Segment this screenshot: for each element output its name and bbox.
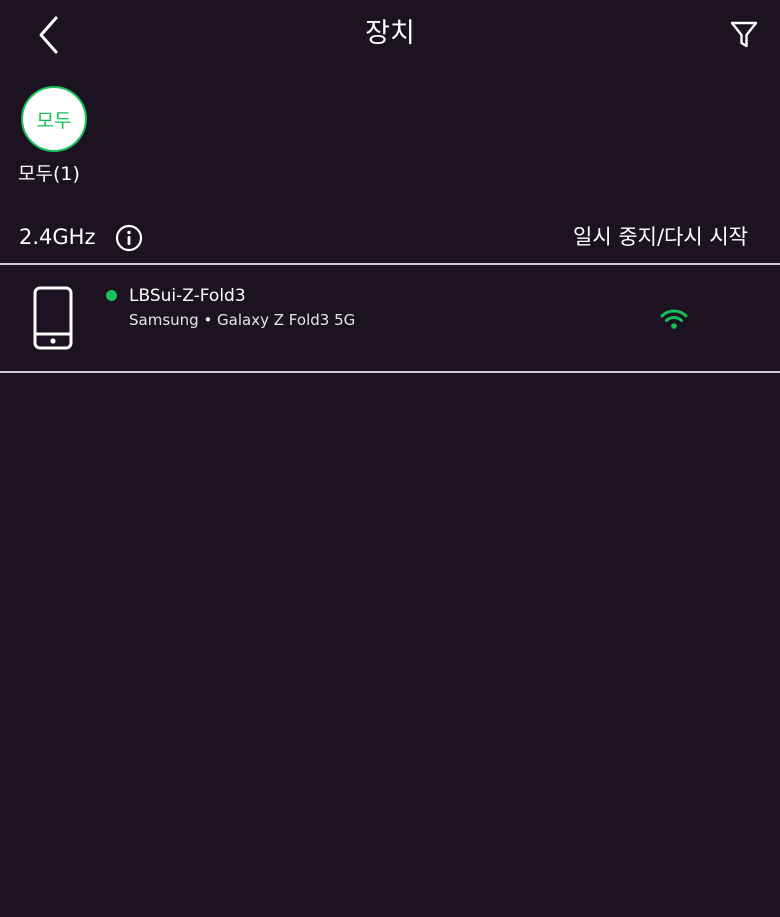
- divider-bottom: [0, 371, 780, 373]
- wifi-icon: [660, 309, 688, 329]
- filter-button[interactable]: [726, 18, 762, 52]
- device-model: Samsung • Galaxy Z Fold3 5G: [129, 311, 356, 329]
- online-status-dot: [106, 290, 117, 301]
- band-section-header: 2.4GHz 일시 중지/다시 시작: [0, 212, 780, 262]
- info-button[interactable]: [114, 223, 144, 253]
- filter-chip-caption: 모두(1): [18, 163, 80, 185]
- smartphone-icon: [33, 286, 73, 350]
- divider-top: [0, 263, 780, 265]
- filter-chip-label: 모두: [36, 109, 72, 132]
- header-bar: 장치: [0, 0, 780, 70]
- device-name: LBSui-Z-Fold3: [129, 286, 246, 306]
- info-icon: [115, 224, 143, 252]
- pause-resume-link[interactable]: 일시 중지/다시 시작: [573, 222, 748, 252]
- page-title: 장치: [365, 18, 415, 49]
- filter-chip-all[interactable]: 모두: [14, 86, 94, 152]
- filter-icon: [730, 21, 758, 48]
- device-list-item[interactable]: LBSui-Z-Fold3 Samsung • Galaxy Z Fold3 5…: [0, 266, 780, 372]
- devices-screen: 장치 모두 모두(1) 2.4GHz 일시 중지/다시 시작 LBSui-Z-F…: [0, 0, 780, 917]
- band-label: 2.4GHz: [19, 225, 96, 249]
- filter-chip-circle: 모두: [21, 86, 87, 152]
